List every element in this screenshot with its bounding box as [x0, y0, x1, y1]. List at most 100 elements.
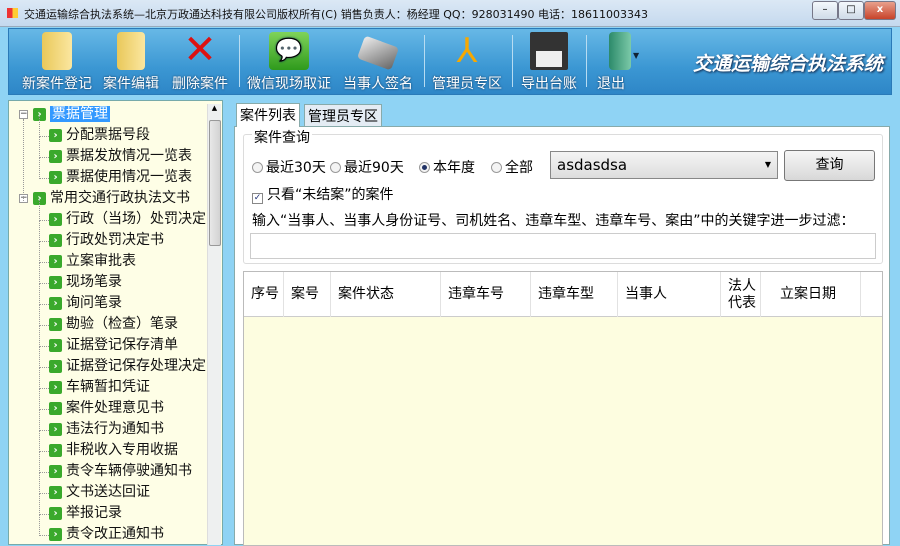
- tree-item-label: 票据使用情况一览表: [66, 169, 192, 185]
- tree-item-label: 现场笔录: [66, 274, 122, 290]
- column-label: 违章车号: [448, 286, 504, 302]
- arrow-icon: ›: [49, 401, 62, 415]
- column-label: 案号: [291, 286, 319, 302]
- tree-item-label: 询问笔录: [66, 295, 122, 311]
- column-label: 序号: [251, 286, 279, 302]
- tree-item[interactable]: › 立案审批表: [49, 252, 136, 271]
- brand-title: 交通运输综合执法系统: [692, 53, 883, 75]
- tree-item[interactable]: › 票据发放情况一览表: [49, 147, 192, 166]
- scroll-up-icon[interactable]: ▲: [208, 104, 221, 118]
- edit-case-button[interactable]: 案件编辑: [99, 29, 163, 95]
- checkbox-label: 只看“未结案”的案件: [267, 187, 394, 203]
- tree-scrollbar[interactable]: ▲: [207, 104, 221, 545]
- maximize-button[interactable]: □: [838, 1, 864, 20]
- delete-case-button[interactable]: ✕ 删除案件: [167, 29, 233, 95]
- column-label: 立案日期: [780, 286, 836, 302]
- tree-item-label: 证据登记保存处理决定: [66, 358, 206, 374]
- close-button[interactable]: x: [864, 1, 896, 20]
- tree-node[interactable]: › 常用交通行政执法文书: [33, 189, 190, 208]
- arrow-icon: ›: [49, 317, 62, 331]
- tree-item[interactable]: › 证据登记保存清单: [49, 336, 178, 355]
- arrow-icon: ›: [49, 527, 62, 541]
- column-header[interactable]: 法人代表: [721, 272, 761, 317]
- case-table: 序号 案号 案件状态 违章车号 违章车型 当事人 法人代表 立案日期: [243, 271, 883, 546]
- column-label: 法人代表: [728, 277, 756, 311]
- column-header[interactable]: 案件状态: [331, 272, 441, 317]
- tree-item-label: 责令车辆停驶通知书: [66, 463, 192, 479]
- button-label: 微信现场取证: [247, 76, 331, 92]
- new-case-button[interactable]: 新案件登记: [15, 29, 99, 95]
- arrow-icon: ›: [49, 464, 62, 478]
- combo-value: asdasdsa: [557, 156, 628, 174]
- button-label: 删除案件: [172, 76, 228, 92]
- tree-item-label: 分配票据号段: [66, 127, 150, 143]
- filter-combobox[interactable]: asdasdsa ▼: [550, 151, 778, 179]
- arrow-icon: ›: [49, 254, 62, 268]
- radio-label: 最近30天: [266, 160, 326, 176]
- radio-all[interactable]: 全部: [491, 157, 533, 177]
- arrow-icon: ›: [49, 233, 62, 247]
- tree-item[interactable]: › 行政处罚决定书: [49, 231, 164, 250]
- keyword-hint: 输入“当事人、当事人身份证号、司机姓名、违章车型、违章车号、案由”中的关键字进一…: [252, 213, 855, 229]
- arrow-icon: ›: [49, 128, 62, 142]
- red-x-icon: ✕: [183, 27, 217, 73]
- tab-case-list[interactable]: 案件列表: [236, 103, 300, 127]
- group-label: 案件查询: [252, 127, 312, 147]
- navigation-tree: − › 票据管理 › 分配票据号段 › 票据发放情况一览表 › 票据使用情况一览表 − › 常用交通行…: [8, 100, 223, 545]
- dropdown-arrow-icon: ▼: [764, 160, 771, 169]
- tree-item[interactable]: › 询问笔录: [49, 294, 122, 313]
- tree-node[interactable]: › 票据管理: [33, 105, 110, 124]
- collapse-icon[interactable]: −: [19, 110, 28, 119]
- tree-item-label: 行政处罚决定书: [66, 232, 164, 248]
- radio-icon: [330, 162, 341, 173]
- search-button[interactable]: 查询: [784, 150, 875, 181]
- column-header[interactable]: 违章车型: [531, 272, 618, 317]
- tree-item-label: 非税收入专用收据: [66, 442, 178, 458]
- keyword-input[interactable]: [250, 233, 876, 259]
- radio-this-year[interactable]: 本年度: [419, 157, 475, 177]
- radio-icon: [252, 162, 263, 173]
- radio-last-90-days[interactable]: 最近90天: [330, 157, 404, 177]
- tree-item[interactable]: › 违法行为通知书: [49, 420, 164, 439]
- export-ledger-button[interactable]: 导出台账: [517, 29, 581, 95]
- tree-item-label: 责令改正通知书: [66, 526, 164, 542]
- tree-item[interactable]: › 责令改正通知书: [49, 525, 164, 544]
- column-header[interactable]: 序号: [244, 272, 284, 317]
- tree-item-label: 车辆暂扣凭证: [66, 379, 150, 395]
- tree-item[interactable]: › 分配票据号段: [49, 126, 150, 145]
- tree-node-label: 常用交通行政执法文书: [50, 190, 190, 206]
- window-title: 交通运输综合执法系统—北京万政通达科技有限公司版权所有(C) 销售负责人：杨经理…: [24, 8, 649, 21]
- tree-item[interactable]: › 案件处理意见书: [49, 399, 164, 418]
- arrow-icon: ›: [49, 296, 62, 310]
- arrow-icon: ›: [49, 380, 62, 394]
- separator: [239, 35, 240, 87]
- tree-item[interactable]: › 文书送达回证: [49, 483, 150, 502]
- radio-last-30-days[interactable]: 最近30天: [252, 157, 326, 177]
- column-header[interactable]: 违章车号: [441, 272, 531, 317]
- exit-button[interactable]: ▼ 退出: [591, 29, 641, 95]
- party-signature-button[interactable]: 当事人签名: [339, 29, 417, 95]
- tree-item[interactable]: › 勘验（检查）笔录: [49, 315, 178, 334]
- tree-item[interactable]: › 证据登记保存处理决定: [49, 357, 206, 376]
- tree-item[interactable]: › 责令车辆停驶通知书: [49, 462, 192, 481]
- tree-item[interactable]: › 票据使用情况一览表: [49, 168, 192, 187]
- arrow-icon: ›: [49, 443, 62, 457]
- tree-item[interactable]: › 现场笔录: [49, 273, 122, 292]
- tree-item[interactable]: › 车辆暂扣凭证: [49, 378, 150, 397]
- tree-item[interactable]: › 举报记录: [49, 504, 122, 523]
- only-open-cases-checkbox[interactable]: ✓ 只看“未结案”的案件: [252, 184, 394, 204]
- tree-item[interactable]: › 非税收入专用收据: [49, 441, 178, 460]
- app-icon: [7, 8, 18, 18]
- column-header[interactable]: 案号: [284, 272, 331, 317]
- wechat-evidence-button[interactable]: 💬 微信现场取证: [245, 29, 333, 95]
- scrollbar-thumb[interactable]: [209, 120, 221, 246]
- column-header[interactable]: 立案日期: [773, 272, 861, 317]
- column-header[interactable]: 当事人: [618, 272, 721, 317]
- radio-label: 最近90天: [344, 160, 404, 176]
- tree-item[interactable]: › 行政（当场）处罚决定: [49, 210, 206, 229]
- minimize-button[interactable]: –: [812, 1, 838, 20]
- floppy-disk-icon: [530, 32, 568, 70]
- admin-zone-button[interactable]: ⅄ 管理员专区: [429, 29, 505, 95]
- button-label: 当事人签名: [343, 76, 413, 92]
- tab-admin-zone[interactable]: 管理员专区: [304, 104, 382, 126]
